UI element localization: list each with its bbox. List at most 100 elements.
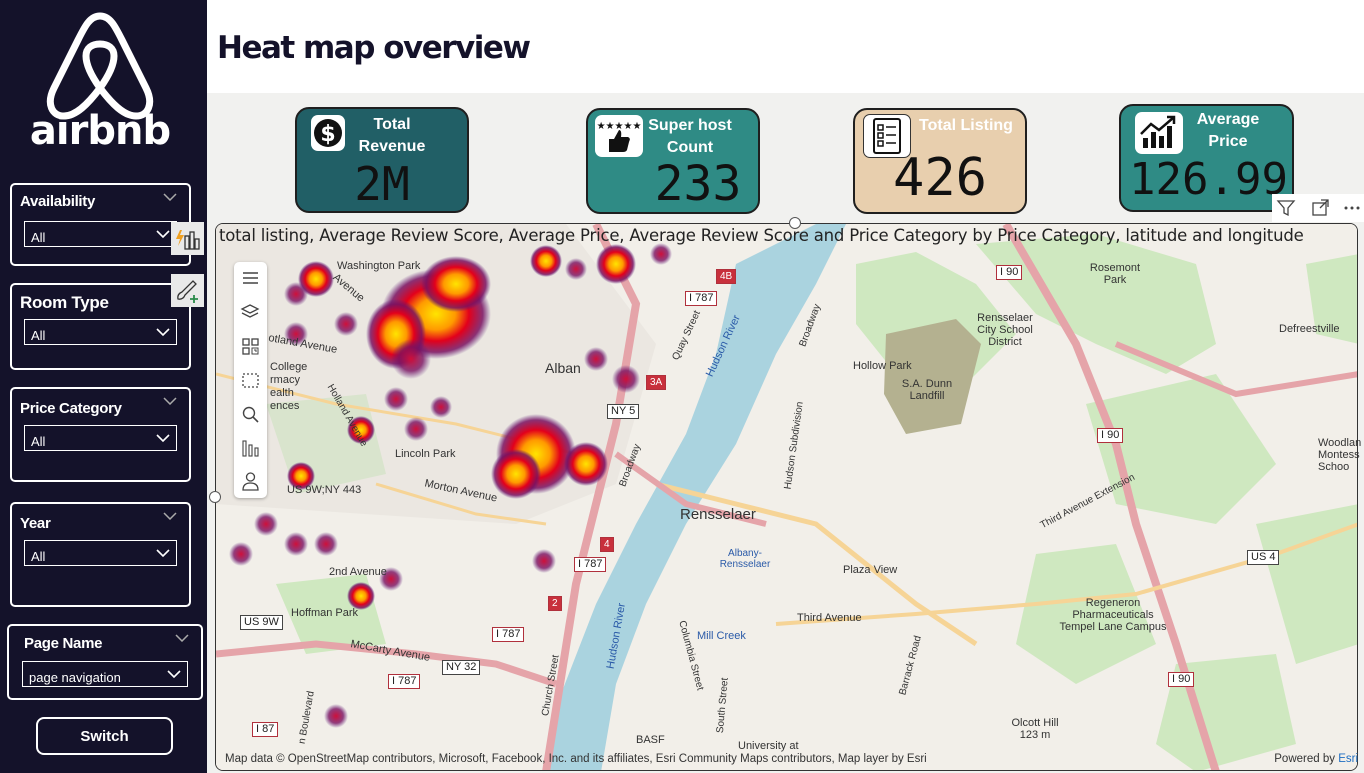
kpi-card-average-price[interactable]: Average Price 126.99 — [1119, 104, 1294, 212]
map-label: ealth — [270, 387, 294, 399]
card-label: Total Listing — [919, 117, 1013, 134]
route-shield: I 87 — [252, 722, 279, 737]
map-label: Woodlan Montess Schoo — [1318, 437, 1362, 473]
slicer-title: Room Type — [20, 293, 109, 312]
availability-dropdown[interactable]: All — [24, 221, 177, 247]
chevron-down-icon[interactable] — [163, 397, 177, 405]
heat-map-visual[interactable] — [215, 223, 1358, 771]
kpi-card-superhost-count[interactable]: ★★★★★ Super host Count 233 — [586, 108, 760, 214]
price-category-dropdown[interactable]: All — [24, 425, 177, 451]
map-label: 2nd Avenue — [329, 566, 387, 578]
chevron-down-icon — [156, 230, 170, 239]
trend-chart-icon — [1135, 112, 1183, 154]
slicer-room-type[interactable]: Room Type All — [10, 283, 191, 370]
route-shield: US 9W — [240, 615, 283, 630]
card-label: Super host Count — [648, 117, 732, 156]
page-name-dropdown[interactable]: page navigation — [22, 661, 188, 687]
switch-button[interactable]: Switch — [36, 717, 173, 755]
map-label: Hoffman Park — [291, 607, 359, 619]
more-options-icon[interactable] — [1342, 198, 1362, 218]
card-value: 126.99 — [1129, 154, 1288, 205]
card-value: 2M — [354, 157, 410, 211]
route-shield: I 787 — [685, 291, 718, 306]
chevron-down-icon — [167, 670, 181, 679]
resize-handle[interactable] — [209, 491, 221, 503]
map-label: Albany-Rensselaer — [719, 548, 771, 570]
map-attribution: Map data © OpenStreetMap contributors, M… — [225, 753, 927, 765]
person-icon[interactable] — [234, 465, 267, 498]
chevron-down-icon[interactable] — [163, 512, 177, 520]
map-label: College — [270, 361, 308, 373]
slicer-title: Year — [20, 515, 51, 532]
dropdown-value: All — [31, 328, 46, 343]
slicer-title: Page Name — [24, 635, 103, 652]
page-title: Heat map overview — [217, 30, 531, 66]
layers-icon[interactable] — [234, 296, 267, 329]
map-label: Rensselaer — [680, 506, 756, 523]
format-painter-button[interactable] — [171, 274, 204, 307]
map-label: Hollow Park — [853, 360, 912, 372]
visual-header-actions — [1272, 194, 1364, 222]
year-dropdown[interactable]: All — [24, 540, 177, 566]
chevron-down-icon — [156, 328, 170, 337]
esri-link[interactable]: Esri — [1338, 753, 1358, 765]
map-label: rmacy — [270, 374, 300, 386]
map-label: Regeneron Pharmaceuticals Tempel Lane Ca… — [1059, 597, 1167, 633]
brush-plus-icon — [177, 280, 198, 303]
map-label: Rosemont Park — [1089, 262, 1141, 286]
dollar-icon: $ — [311, 115, 345, 151]
chevron-down-icon — [156, 434, 170, 443]
kpi-card-total-listing[interactable]: Total Listing 426 — [853, 108, 1027, 214]
map-label: Third Avenue — [797, 612, 862, 624]
menu-icon[interactable] — [234, 262, 267, 295]
kpi-card-total-revenue[interactable]: $ Total Revenue 2M — [295, 107, 469, 213]
map-label: Defreestville — [1279, 323, 1340, 335]
bar-chart-lightning-icon — [176, 230, 200, 250]
slicer-title: Availability — [20, 193, 96, 210]
exit-shield: 4 — [600, 537, 614, 552]
focus-mode-icon[interactable] — [1310, 198, 1330, 218]
chevron-down-icon — [156, 549, 170, 558]
map-label: Olcott Hill 123 m — [1011, 717, 1059, 741]
qr-code-icon[interactable] — [234, 330, 267, 363]
card-label: Average Price — [1196, 111, 1260, 150]
powered-by: Powered by Esri — [1274, 753, 1358, 765]
map-label: ences — [270, 400, 300, 412]
slicer-availability[interactable]: Availability All — [10, 183, 191, 266]
selection-box-icon[interactable] — [234, 364, 267, 397]
map-label: Lincoln Park — [395, 448, 456, 460]
quick-insights-button[interactable] — [171, 222, 204, 255]
filter-icon[interactable] — [1276, 198, 1296, 218]
sidebar: airbnb Availability All Room Type All Pr… — [0, 0, 207, 773]
map-label: S.A. Dunn Landfill — [901, 378, 953, 402]
card-value: 233 — [654, 156, 742, 212]
map-label: Rensselaer City School District — [977, 312, 1033, 348]
dropdown-value: All — [31, 549, 46, 564]
header: Heat map overview — [207, 0, 1364, 93]
route-shield: NY 32 — [442, 660, 481, 675]
route-shield: NY 5 — [607, 404, 640, 419]
map-label: BASF — [636, 734, 665, 746]
slicer-price-category[interactable]: Price Category All — [10, 387, 191, 482]
card-label: Total Revenue — [358, 116, 426, 155]
route-shield: I 787 — [574, 557, 607, 572]
dropdown-value: page navigation — [29, 670, 121, 685]
exit-shield: 2 — [548, 596, 562, 611]
dropdown-value: All — [31, 434, 46, 449]
exit-shield: 3A — [646, 375, 667, 390]
map-label: Alban — [545, 360, 581, 376]
chart-bars-icon[interactable] — [234, 432, 267, 465]
search-icon[interactable] — [234, 398, 267, 431]
chevron-down-icon[interactable] — [175, 634, 189, 642]
slicer-page-name[interactable]: Page Name page navigation — [7, 624, 203, 700]
room-type-dropdown[interactable]: All — [24, 319, 177, 345]
chevron-down-icon[interactable] — [163, 193, 177, 201]
superhost-stars-icon: ★★★★★ — [595, 115, 643, 157]
route-shield: I 90 — [1168, 672, 1195, 687]
slicer-year[interactable]: Year All — [10, 502, 191, 607]
brand-name: airbnb — [29, 108, 171, 154]
route-shield: I 90 — [996, 265, 1023, 280]
card-value: 426 — [893, 148, 987, 208]
route-shield: I 787 — [388, 674, 421, 689]
route-shield: I 90 — [1097, 428, 1124, 443]
